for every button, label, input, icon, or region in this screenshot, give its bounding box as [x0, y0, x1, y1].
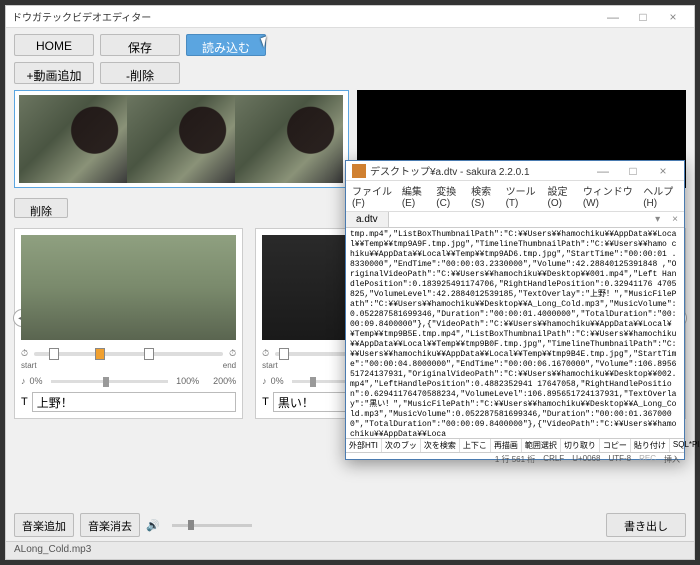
trim-slider-1[interactable]: ⏱ ⏱	[21, 348, 236, 359]
main-titlebar: ドウガテックビデオエディター — □ ×	[6, 6, 694, 28]
status-bar: ALong_Cold.mp3	[6, 541, 694, 559]
sakura-status-bar: 1 行 561 桁 CRLF U+0068 UTF-8 REC 挿入	[346, 452, 684, 466]
remove-video-button[interactable]: -削除	[100, 62, 180, 84]
sakura-menubar: ファイル(F) 編集(E) 変換(C) 検索(S) ツール(T) 設定(O) ウ…	[346, 181, 684, 212]
trim-handle-end[interactable]	[144, 348, 154, 360]
title-input-1[interactable]	[32, 392, 236, 412]
sakura-app-icon	[352, 164, 366, 178]
start-label: start	[21, 361, 37, 370]
menu-settings[interactable]: 設定(O)	[548, 183, 575, 209]
end-label: end	[223, 361, 236, 370]
menu-help[interactable]: ヘルプ(H)	[643, 183, 678, 209]
volume-slider-1[interactable]: ♪ 0% 100% 200%	[21, 376, 236, 386]
app-title: ドウガテックビデオエディター	[12, 9, 598, 24]
sakura-tab[interactable]: a.dtv	[346, 212, 389, 227]
thumbnail-1[interactable]	[19, 95, 127, 183]
clip-image-1	[21, 235, 236, 340]
trim-handle-mid[interactable]	[95, 348, 105, 360]
sakura-maximize-icon[interactable]: □	[618, 164, 648, 178]
export-button[interactable]: 書き出し	[606, 513, 686, 537]
minimize-icon[interactable]: —	[598, 10, 628, 24]
sakura-minimize-icon[interactable]: —	[588, 164, 618, 178]
trim-handle[interactable]	[279, 348, 289, 360]
save-button[interactable]: 保存	[100, 34, 180, 56]
load-button[interactable]: 読み込む	[186, 34, 266, 56]
sakura-toolbar: 外部HTI 次のブッ 次を検索 上下こ 再描画 範囲選択 切り取り コピー 貼り…	[346, 438, 684, 452]
clip-panel-1: ◀ ⏱ ⏱ start end ♪ 0% 100%	[14, 228, 243, 419]
thumbnail-2[interactable]	[127, 95, 235, 183]
sakura-close-icon[interactable]: ×	[648, 164, 678, 178]
tab-close-icon[interactable]: ×	[666, 212, 684, 227]
sakura-title: デスクトップ¥a.dtv - sakura 2.2.0.1	[370, 163, 588, 178]
menu-search[interactable]: 検索(S)	[471, 183, 497, 209]
trim-handle-start[interactable]	[49, 348, 59, 360]
sakura-text-area[interactable]: tmp.mp4","ListBoxThumbnailPath":"C:¥¥Use…	[346, 228, 684, 438]
thumbnail-strip[interactable]	[14, 90, 349, 188]
add-video-button[interactable]: +動画追加	[14, 62, 94, 84]
menu-file[interactable]: ファイル(F)	[352, 183, 394, 209]
close-icon[interactable]: ×	[658, 10, 688, 24]
master-volume-slider[interactable]	[172, 524, 252, 527]
title-label: T	[21, 396, 28, 408]
menu-tools[interactable]: ツール(T)	[506, 183, 540, 209]
menu-edit[interactable]: 編集(E)	[402, 183, 428, 209]
music-delete-button[interactable]: 音楽消去	[80, 513, 140, 537]
speaker-icon: 🔊	[146, 519, 160, 532]
menu-convert[interactable]: 変換(C)	[436, 183, 463, 209]
delete-button[interactable]: 削除	[14, 198, 68, 218]
tab-dropdown-icon[interactable]: ▾	[649, 212, 666, 227]
menu-window[interactable]: ウィンドウ(W)	[583, 183, 635, 209]
maximize-icon[interactable]: □	[628, 10, 658, 24]
music-add-button[interactable]: 音楽追加	[14, 513, 74, 537]
status-file: ALong_Cold.mp3	[14, 544, 91, 555]
sakura-window: デスクトップ¥a.dtv - sakura 2.2.0.1 — □ × ファイル…	[345, 160, 685, 460]
home-button[interactable]: HOME	[14, 34, 94, 56]
thumbnail-3[interactable]	[235, 95, 343, 183]
